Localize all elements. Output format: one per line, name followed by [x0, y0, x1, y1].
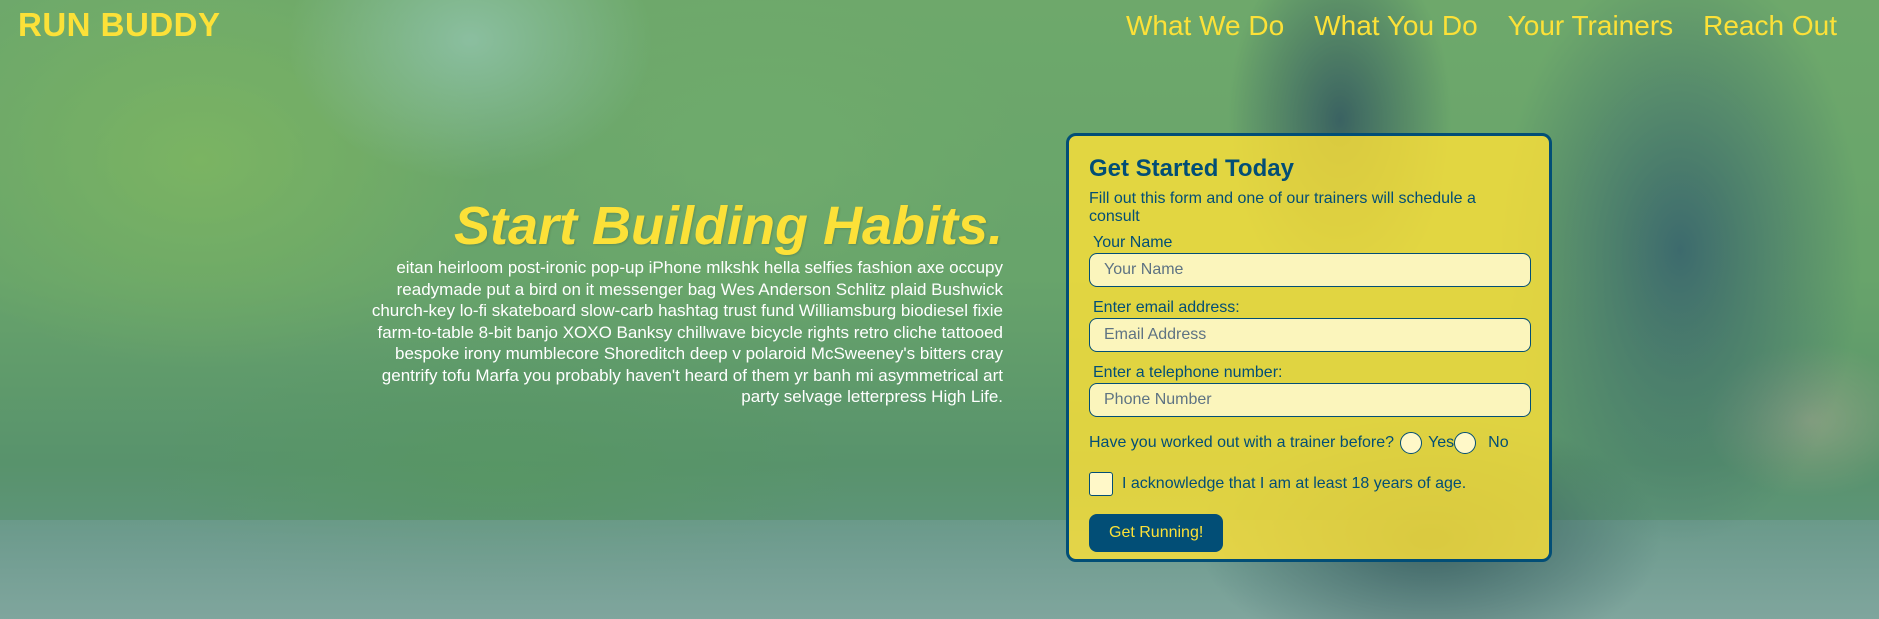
nav-link-what-we-do[interactable]: What We Do	[1126, 10, 1284, 42]
age-ack-checkbox[interactable]	[1089, 472, 1113, 496]
email-label: Enter email address:	[1093, 299, 1240, 316]
trainer-question-label: Have you worked out with a trainer befor…	[1089, 434, 1395, 451]
age-ack-row: I acknowledge that I am at least 18 year…	[1089, 472, 1529, 496]
name-input[interactable]	[1089, 253, 1531, 287]
get-started-form: Get Started Today Fill out this form and…	[1066, 133, 1552, 562]
nav-link-your-trainers[interactable]: Your Trainers	[1508, 10, 1674, 42]
hero-intro: Start Building Habits. eitan heirloom po…	[370, 195, 1003, 408]
email-input[interactable]	[1089, 318, 1531, 352]
hero-body-text: eitan heirloom post-ironic pop-up iPhone…	[371, 258, 1003, 406]
site-logo[interactable]: RUN BUDDY	[18, 6, 221, 44]
nav-link-reach-out[interactable]: Reach Out	[1703, 10, 1837, 42]
name-label: Your Name	[1093, 234, 1173, 251]
trainer-no-label: No	[1488, 434, 1509, 451]
trainer-question-row: Have you worked out with a trainer befor…	[1089, 432, 1529, 454]
trainer-no-radio[interactable]	[1454, 432, 1477, 454]
form-subtitle: Fill out this form and one of our traine…	[1089, 190, 1476, 225]
phone-label: Enter a telephone number:	[1093, 364, 1283, 381]
get-running-button[interactable]: Get Running!	[1089, 514, 1224, 552]
trainer-yes-radio[interactable]	[1400, 432, 1423, 454]
age-ack-label: I acknowledge that I am at least 18 year…	[1122, 475, 1467, 492]
form-title: Get Started Today	[1089, 155, 1294, 182]
main-nav: What We Do What You Do Your Trainers Rea…	[1126, 10, 1837, 42]
hero-title: Start Building Habits.	[453, 196, 1003, 256]
trainer-yes-label: Yes	[1428, 434, 1455, 451]
nav-link-what-you-do[interactable]: What You Do	[1314, 10, 1477, 42]
phone-input[interactable]	[1089, 383, 1531, 417]
